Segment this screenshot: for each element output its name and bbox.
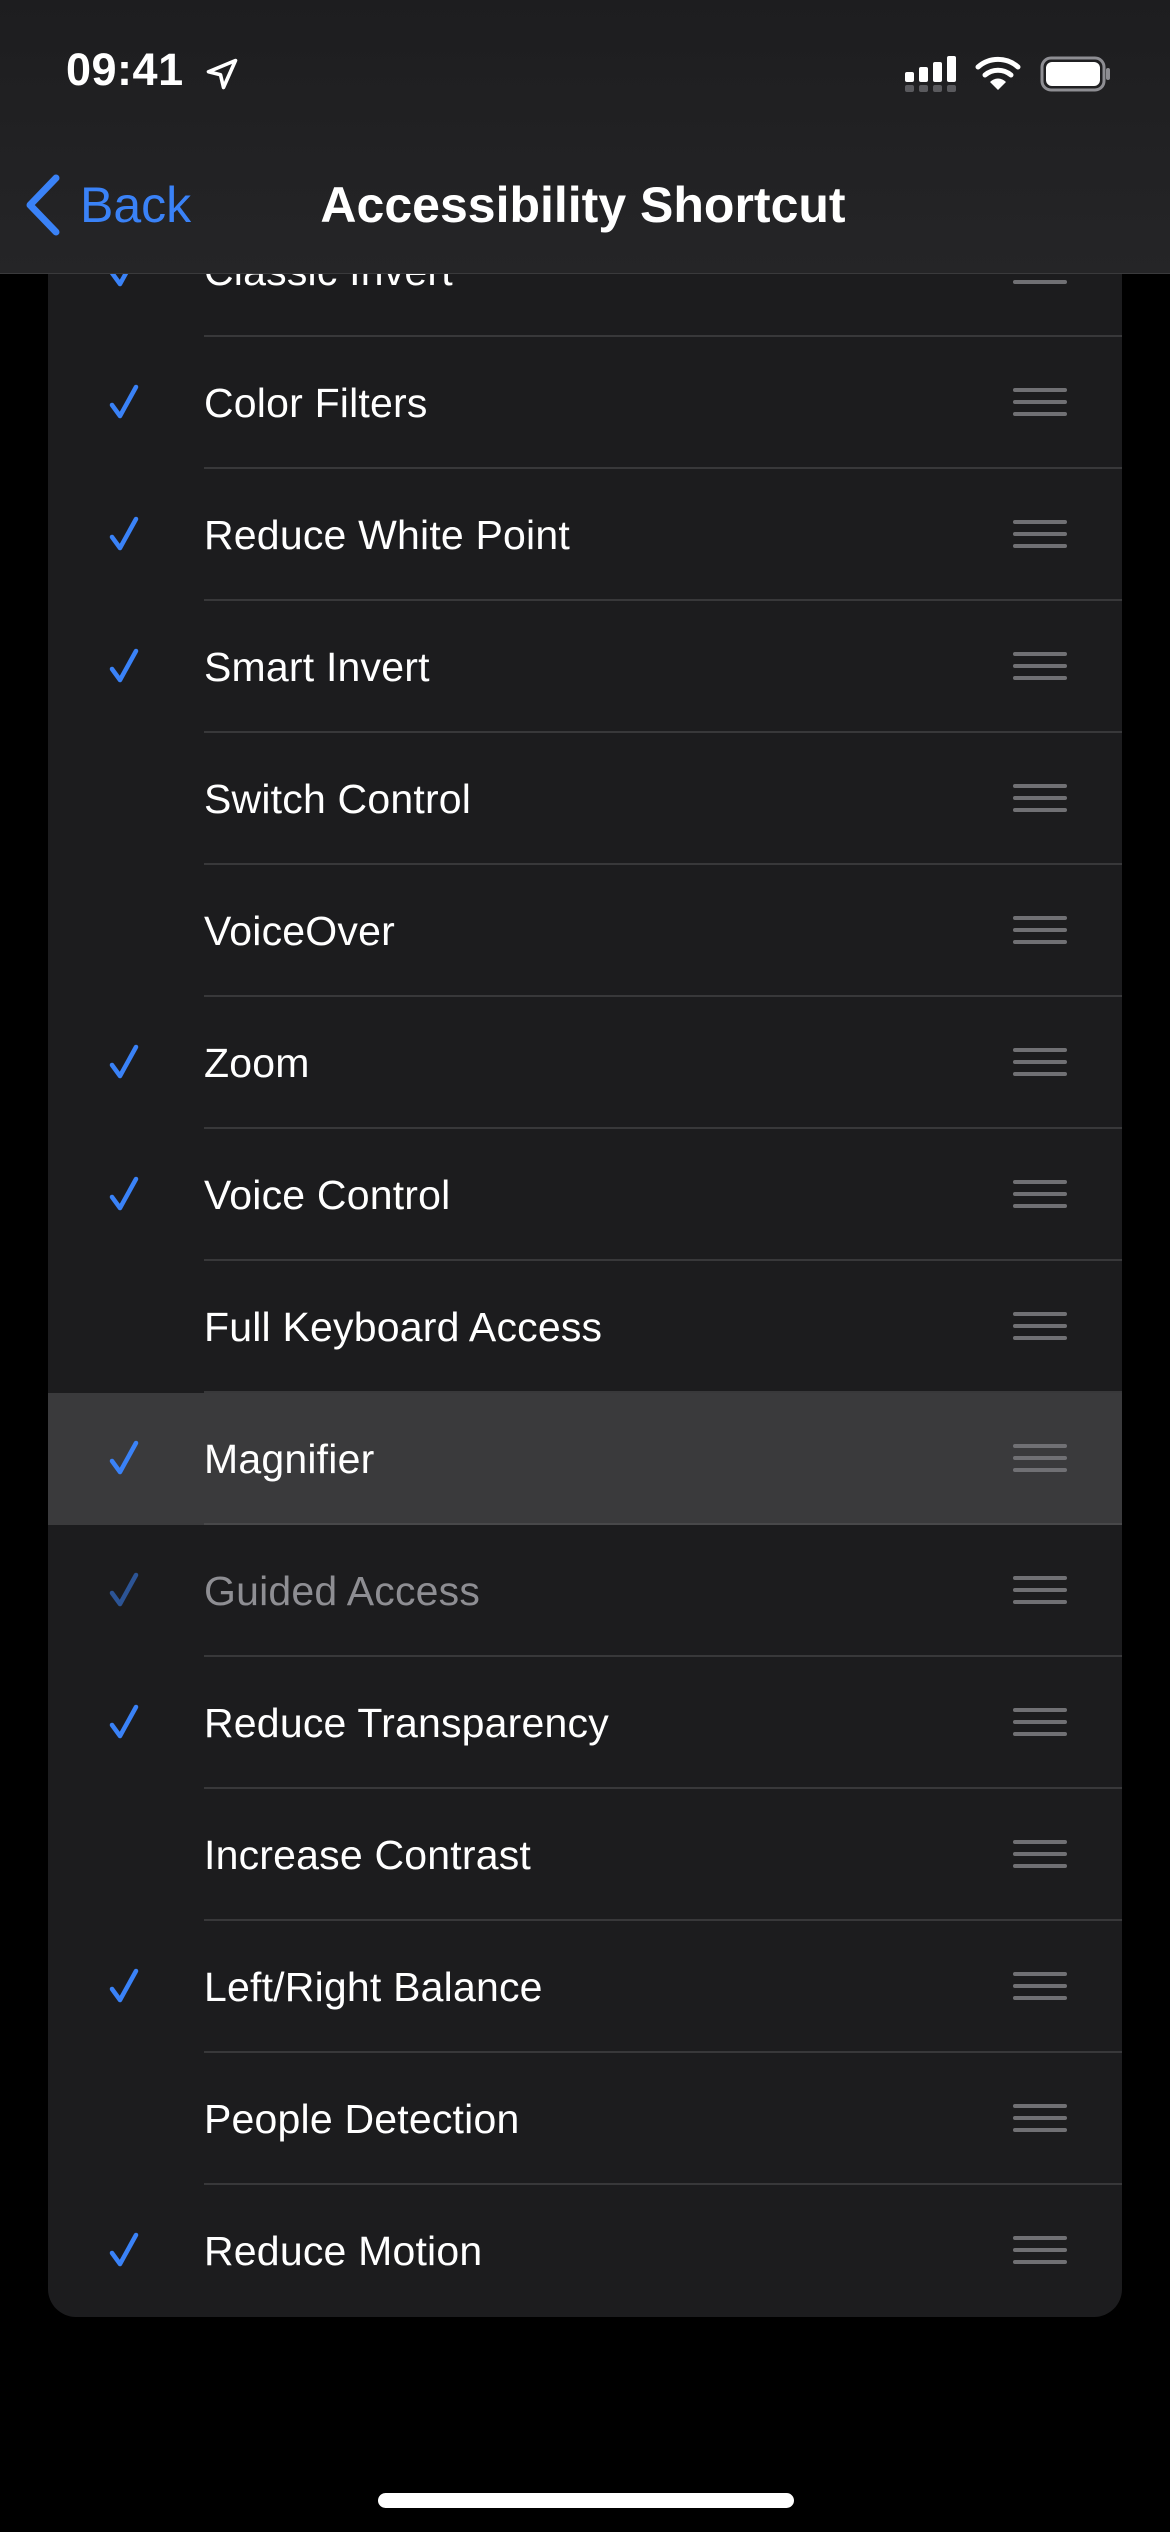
list-item[interactable]: Switch Control <box>48 733 1122 865</box>
reorder-handle-icon[interactable] <box>1013 2236 1067 2266</box>
list-item-label: Color Filters <box>204 380 428 426</box>
checkmark-icon <box>104 1043 144 1083</box>
list-item-label: Voice Control <box>204 1172 451 1218</box>
list-item[interactable]: Voice Control <box>48 1129 1122 1261</box>
list-item[interactable]: VoiceOver <box>48 865 1122 997</box>
list-item-label: Smart Invert <box>204 644 430 690</box>
reorder-handle-icon[interactable] <box>1013 652 1067 682</box>
reorder-handle-icon[interactable] <box>1013 1312 1067 1342</box>
reorder-handle-icon[interactable] <box>1013 1444 1067 1474</box>
battery-icon <box>1040 56 1110 92</box>
list-item-label: Switch Control <box>204 776 472 822</box>
status-time: 09:41 <box>66 44 184 95</box>
reorder-handle-icon[interactable] <box>1013 520 1067 550</box>
list-item[interactable]: Increase Contrast <box>48 1789 1122 1921</box>
list-item[interactable]: Zoom <box>48 997 1122 1129</box>
page-title-text: Accessibility Shortcut <box>320 177 846 233</box>
reorder-handle-icon[interactable] <box>1013 1048 1067 1078</box>
checkmark-icon <box>104 2231 144 2271</box>
checkmark-icon <box>104 647 144 687</box>
list-item-label: Full Keyboard Access <box>204 1304 603 1350</box>
checkmark-icon <box>104 515 144 555</box>
reorder-handle-icon[interactable] <box>1013 1576 1067 1606</box>
list-item[interactable]: People Detection <box>48 2053 1122 2185</box>
checkmark-icon <box>104 1175 144 1215</box>
list-item[interactable]: Guided Access <box>48 1525 1122 1657</box>
reorder-handle-icon[interactable] <box>1013 916 1067 946</box>
navigation-bar: 09:41 Back Accessibility Shortcut <box>0 0 1170 274</box>
list-item-label: Reduce Motion <box>204 2228 483 2274</box>
shortcut-list: Classic InvertColor FiltersReduce White … <box>48 205 1122 2317</box>
list-item-label: Guided Access <box>204 1568 481 1614</box>
list-item[interactable]: Magnifier <box>48 1393 1122 1525</box>
reorder-handle-icon[interactable] <box>1013 1972 1067 2002</box>
checkmark-icon <box>104 1439 144 1479</box>
home-indicator[interactable] <box>378 2493 794 2508</box>
list-item-label: Reduce Transparency <box>204 1700 609 1746</box>
checkmark-icon <box>104 1967 144 2007</box>
list-item[interactable]: Left/Right Balance <box>48 1921 1122 2053</box>
list-item-label: Zoom <box>204 1040 310 1086</box>
list-item[interactable]: Smart Invert <box>48 601 1122 733</box>
list-item-label: People Detection <box>204 2096 520 2142</box>
list-item-label: Magnifier <box>204 1436 375 1482</box>
list-item-label: Increase Contrast <box>204 1832 531 1878</box>
list-item-label: VoiceOver <box>204 908 395 954</box>
shortcut-list-scroll[interactable]: Classic InvertColor FiltersReduce White … <box>0 0 1170 2532</box>
checkmark-icon <box>104 1703 144 1743</box>
reorder-handle-icon[interactable] <box>1013 1840 1067 1870</box>
location-arrow-icon <box>206 58 238 90</box>
checkmark-icon <box>104 383 144 423</box>
reorder-handle-icon[interactable] <box>1013 388 1067 418</box>
checkmark-icon <box>104 1571 144 1611</box>
list-item-label: Reduce White Point <box>204 512 570 558</box>
list-item[interactable]: Full Keyboard Access <box>48 1261 1122 1393</box>
list-item[interactable]: Reduce Transparency <box>48 1657 1122 1789</box>
list-item-label: Left/Right Balance <box>204 1964 543 2010</box>
wifi-icon <box>975 56 1021 90</box>
reorder-handle-icon[interactable] <box>1013 1708 1067 1738</box>
reorder-handle-icon[interactable] <box>1013 2104 1067 2134</box>
reorder-handle-icon[interactable] <box>1013 784 1067 814</box>
page-title: Accessibility Shortcut <box>0 170 1170 240</box>
cellular-signal-icon <box>905 56 956 92</box>
list-item[interactable]: Reduce Motion <box>48 2185 1122 2317</box>
list-item[interactable]: Reduce White Point <box>48 469 1122 601</box>
list-item[interactable]: Color Filters <box>48 337 1122 469</box>
reorder-handle-icon[interactable] <box>1013 1180 1067 1210</box>
